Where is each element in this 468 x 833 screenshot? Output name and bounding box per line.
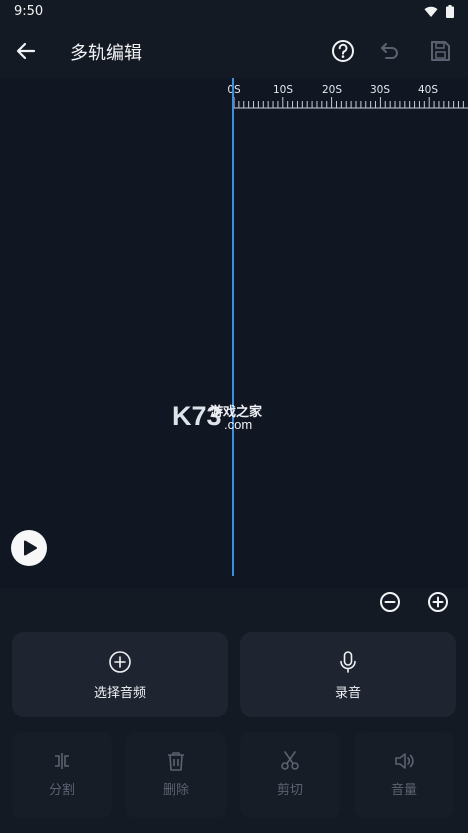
cut-button[interactable]: 剪切 — [240, 732, 340, 818]
back-arrow-icon[interactable] — [14, 39, 38, 63]
zoom-in-icon[interactable] — [426, 590, 450, 614]
wifi-icon — [424, 6, 438, 17]
microphone-icon — [340, 651, 356, 673]
battery-icon — [446, 5, 454, 18]
status-time: 9:50 — [14, 4, 44, 19]
ruler-ticks — [232, 97, 468, 109]
zoom-out-icon[interactable] — [378, 590, 402, 614]
svg-text:.com: .com — [224, 417, 252, 432]
add-circle-icon — [109, 651, 131, 673]
volume-label: 音量 — [390, 783, 417, 798]
split-label: 分割 — [48, 783, 75, 798]
trash-icon — [168, 752, 184, 771]
delete-button[interactable]: 删除 — [126, 732, 226, 818]
status-icons — [424, 5, 454, 18]
help-icon[interactable] — [330, 38, 356, 64]
page-title: 多轨编辑 — [70, 43, 142, 64]
delete-label: 删除 — [162, 783, 189, 798]
status-bar: 9:50 — [0, 0, 468, 24]
playhead[interactable] — [232, 78, 234, 576]
play-icon — [24, 540, 37, 556]
cut-label: 剪切 — [276, 783, 303, 798]
save-icon[interactable] — [427, 38, 453, 64]
split-icon — [55, 753, 69, 769]
record-label: 录音 — [334, 686, 361, 701]
time-ruler[interactable]: 0S 10S 20S 30S 40S — [224, 80, 468, 110]
app-bar: 多轨编辑 — [0, 24, 468, 78]
select-audio-button[interactable]: 选择音频 — [12, 632, 228, 717]
record-button[interactable]: 录音 — [240, 632, 456, 717]
volume-icon — [395, 753, 414, 769]
scissors-icon — [281, 751, 299, 770]
watermark-logo: K73 游戏之家 .com — [172, 401, 263, 432]
volume-button[interactable]: 音量 — [354, 732, 454, 818]
play-button[interactable] — [11, 530, 47, 566]
track-area[interactable] — [0, 78, 468, 588]
select-audio-label: 选择音频 — [93, 686, 146, 701]
undo-icon[interactable] — [377, 38, 403, 64]
watermark: K73 游戏之家 .com — [172, 400, 302, 436]
split-button[interactable]: 分割 — [12, 732, 112, 818]
